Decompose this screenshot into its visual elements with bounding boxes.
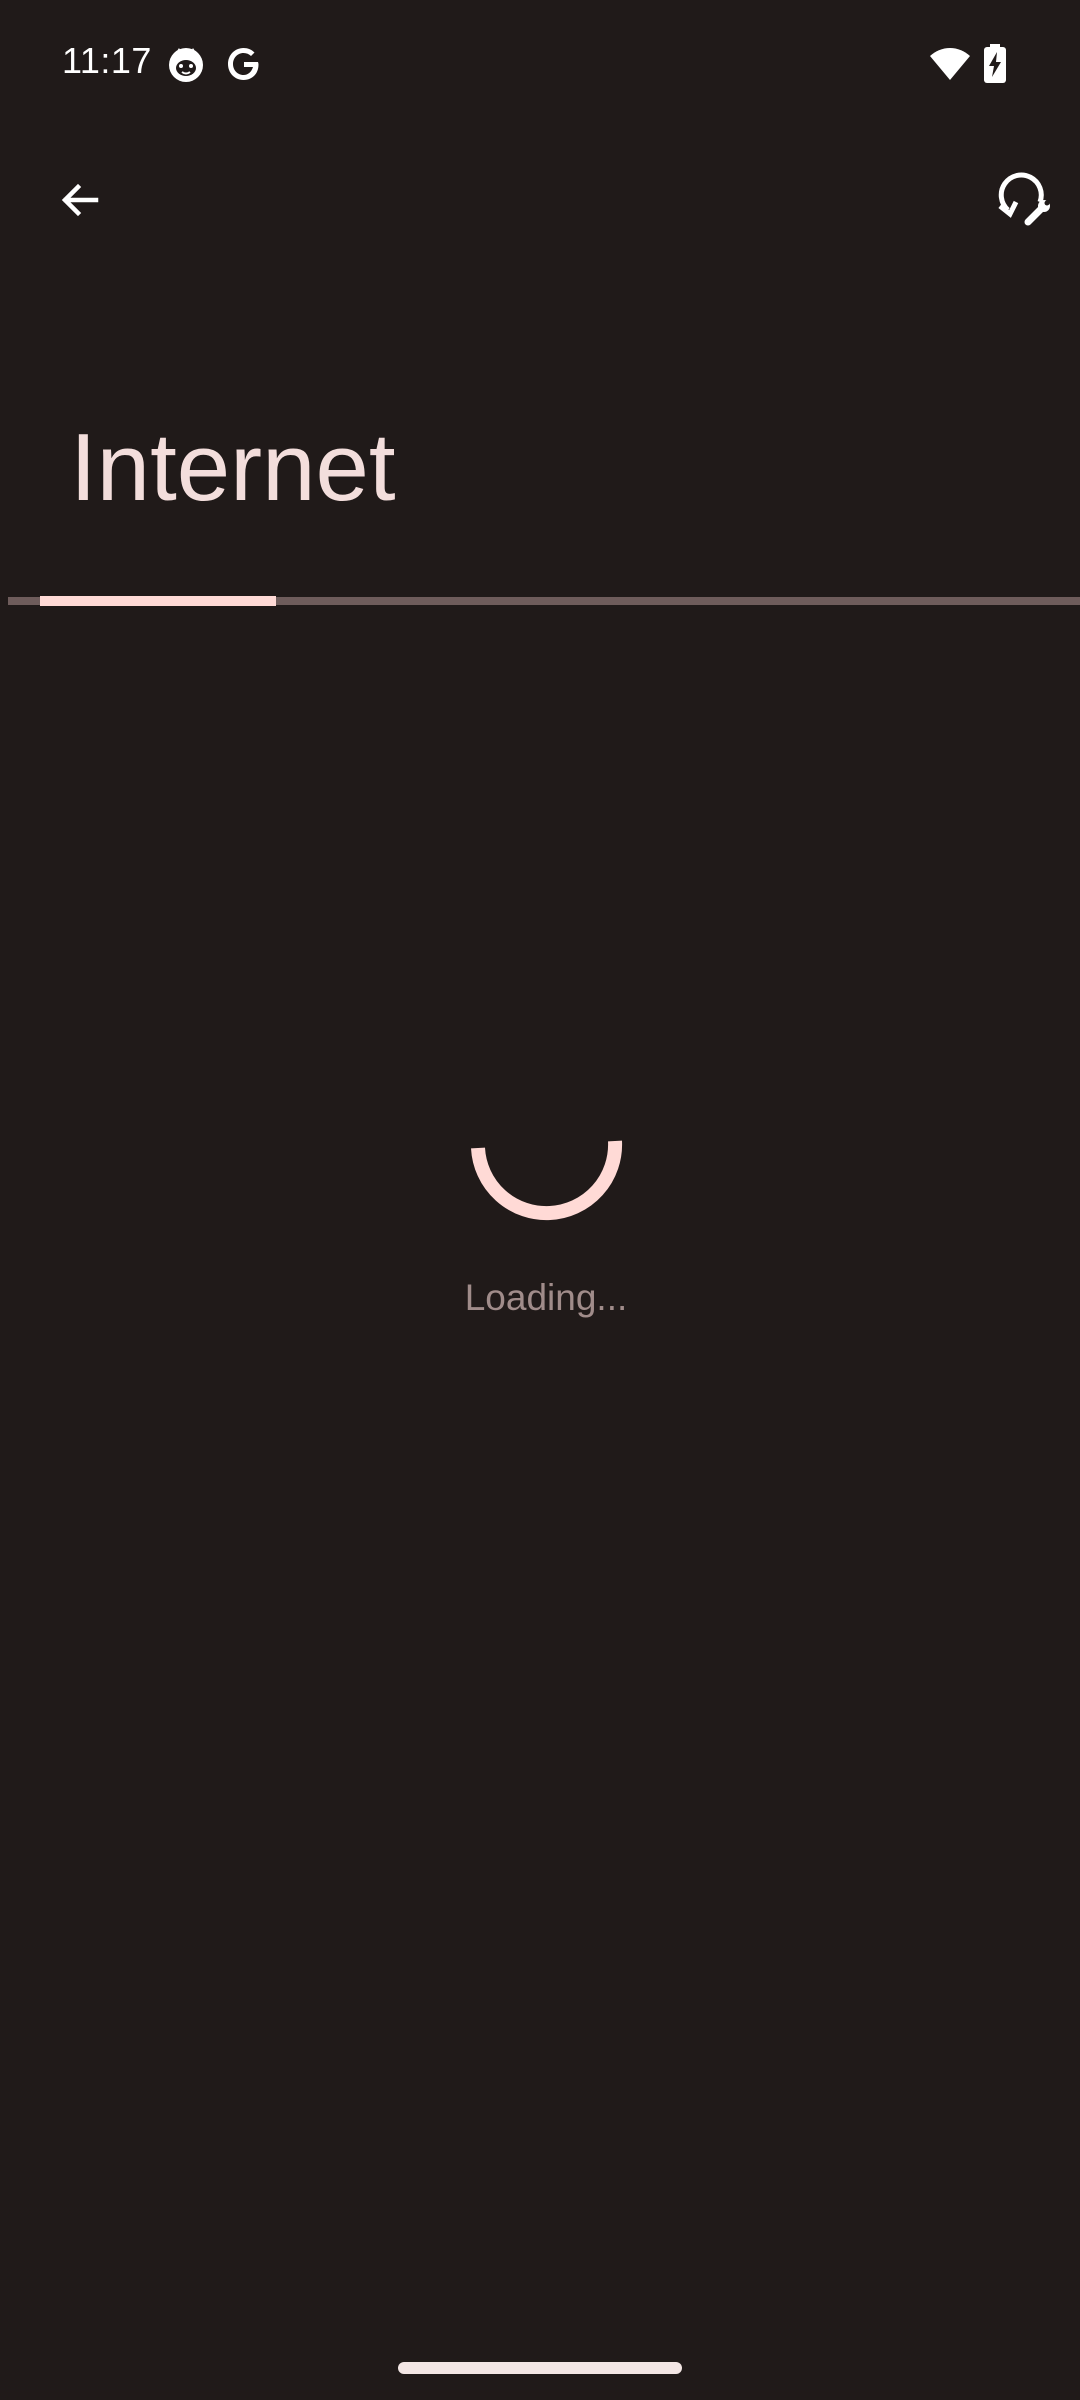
network-reset-button[interactable]	[976, 154, 1072, 250]
arrow-left-icon	[56, 176, 104, 229]
battery-charging-icon	[982, 44, 1008, 84]
status-bar: 11:17	[0, 0, 1080, 130]
page-title: Internet	[70, 414, 396, 521]
google-g-icon	[224, 44, 264, 84]
wifi-icon	[928, 44, 972, 84]
progress-indicator	[40, 596, 276, 606]
back-button[interactable]	[32, 154, 128, 250]
status-time: 11:17	[62, 40, 152, 81]
gesture-nav-handle[interactable]	[398, 2362, 682, 2374]
network-reset-icon	[994, 170, 1054, 235]
loading-spinner	[460, 1125, 632, 1255]
loading-text: Loading...	[464, 1277, 628, 1318]
cat-face-icon	[166, 44, 206, 84]
